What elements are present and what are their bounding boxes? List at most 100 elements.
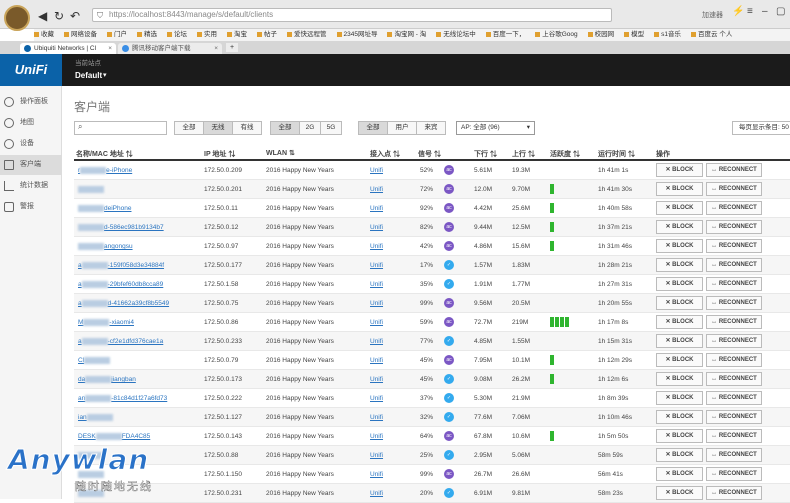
bookmark-item[interactable]: s1音乐	[654, 29, 681, 41]
client-name-link[interactable]: M -xiaomi4	[78, 319, 134, 326]
client-name-link[interactable]: a -cf2e1dfd376cae1a	[78, 338, 163, 345]
access-point-link[interactable]: Unifi	[370, 300, 383, 307]
reconnect-button[interactable]: ↔ RECONNECT	[706, 410, 762, 424]
close-icon[interactable]: ×	[108, 43, 112, 54]
sidebar-item-devices[interactable]: 设备	[0, 134, 62, 154]
reconnect-button[interactable]: ↔ RECONNECT	[706, 163, 762, 177]
reconnect-button[interactable]: ↔ RECONNECT	[706, 448, 762, 462]
block-button[interactable]: ✕ BLOCK	[656, 163, 703, 177]
block-button[interactable]: ✕ BLOCK	[656, 334, 703, 348]
access-point-link[interactable]: Unifi	[370, 281, 383, 288]
client-name-link[interactable]: a -159f058d3e34884f	[78, 262, 164, 269]
block-button[interactable]: ✕ BLOCK	[656, 201, 703, 215]
filter-wireless[interactable]: 无线	[203, 121, 233, 135]
bookmark-item[interactable]: 无线论坛中	[436, 29, 476, 41]
reconnect-button[interactable]: ↔ RECONNECT	[706, 239, 762, 253]
filter-all[interactable]: 全部	[174, 121, 204, 135]
bookmark-item[interactable]: 淘宝	[227, 29, 247, 41]
bookmark-item[interactable]: 精选	[137, 29, 157, 41]
reconnect-button[interactable]: ↔ RECONNECT	[706, 182, 762, 196]
accelerator-label[interactable]: 加速器	[702, 10, 723, 20]
refresh-icon[interactable]: ↻	[54, 9, 64, 23]
sidebar-item-stats[interactable]: 统计数据	[0, 176, 62, 196]
bookmark-item[interactable]: 收藏	[34, 29, 54, 41]
reconnect-button[interactable]: ↔ RECONNECT	[706, 353, 762, 367]
reconnect-button[interactable]: ↔ RECONNECT	[706, 296, 762, 310]
bookmark-item[interactable]: 爱快远程管	[287, 29, 327, 41]
block-button[interactable]: ✕ BLOCK	[656, 182, 703, 196]
col-ap[interactable]: 接入点 ⇅	[370, 149, 400, 159]
block-button[interactable]: ✕ BLOCK	[656, 448, 703, 462]
client-name-link[interactable]: an -81c84d1f27a6fd73	[78, 395, 167, 402]
access-point-link[interactable]: Unifi	[370, 376, 383, 383]
block-button[interactable]: ✕ BLOCK	[656, 277, 703, 291]
client-name-link[interactable]: Cl	[78, 357, 111, 364]
reconnect-button[interactable]: ↔ RECONNECT	[706, 220, 762, 234]
user-avatar[interactable]	[4, 5, 30, 31]
ap-select[interactable]: AP: 全部 (96) ▾	[456, 121, 535, 135]
tab-unifi[interactable]: Ubiquiti Networks | Cl ×	[20, 43, 116, 54]
bookmark-item[interactable]: 2345网址导	[337, 29, 378, 41]
block-button[interactable]: ✕ BLOCK	[656, 372, 703, 386]
access-point-link[interactable]: Unifi	[370, 490, 383, 497]
access-point-link[interactable]: Unifi	[370, 167, 383, 174]
reconnect-button[interactable]: ↔ RECONNECT	[706, 201, 762, 215]
reconnect-button[interactable]: ↔ RECONNECT	[706, 391, 762, 405]
block-button[interactable]: ✕ BLOCK	[656, 391, 703, 405]
filter-wired[interactable]: 有线	[232, 121, 262, 135]
tab-download[interactable]: 腾讯移动客户端下载 ×	[118, 43, 222, 54]
access-point-link[interactable]: Unifi	[370, 357, 383, 364]
access-point-link[interactable]: Unifi	[370, 186, 383, 193]
search-input[interactable]: ⌕	[74, 121, 167, 135]
back-icon[interactable]: ◀	[38, 9, 47, 23]
access-point-link[interactable]: Unifi	[370, 338, 383, 345]
client-name-link[interactable]: a -29bfef60db8cca89	[78, 281, 163, 288]
lightning-icon[interactable]: ⚡	[732, 6, 744, 17]
bookmark-item[interactable]: 校园网	[588, 29, 615, 41]
bookmark-item[interactable]: 门户	[107, 29, 127, 41]
reconnect-button[interactable]: ↔ RECONNECT	[706, 372, 762, 386]
sidebar-item-clients[interactable]: 客户端	[0, 155, 62, 175]
filter-band-all[interactable]: 全部	[270, 121, 300, 135]
filter-type-all[interactable]: 全部	[358, 121, 388, 135]
block-button[interactable]: ✕ BLOCK	[656, 296, 703, 310]
access-point-link[interactable]: Unifi	[370, 452, 383, 459]
per-page-select[interactable]: 每页显示条目: 50	[732, 121, 790, 135]
col-name[interactable]: 名称/MAC 地址 ⇅	[76, 149, 133, 159]
block-button[interactable]: ✕ BLOCK	[656, 353, 703, 367]
filter-guests[interactable]: 来宾	[416, 121, 446, 135]
block-button[interactable]: ✕ BLOCK	[656, 429, 703, 443]
access-point-link[interactable]: Unifi	[370, 224, 383, 231]
sidebar-item-alerts[interactable]: 警报	[0, 197, 62, 217]
undo-icon[interactable]: ↶	[70, 9, 80, 23]
block-button[interactable]: ✕ BLOCK	[656, 258, 703, 272]
access-point-link[interactable]: Unifi	[370, 262, 383, 269]
access-point-link[interactable]: Unifi	[370, 205, 383, 212]
col-activity[interactable]: 活跃度 ⇅	[550, 149, 580, 159]
reconnect-button[interactable]: ↔ RECONNECT	[706, 277, 762, 291]
col-signal[interactable]: 信号 ⇅	[418, 149, 441, 159]
client-name-link[interactable]: a d-41662a39cf8b5549	[78, 300, 169, 307]
access-point-link[interactable]: Unifi	[370, 414, 383, 421]
restore-icon[interactable]: ▢	[776, 6, 785, 17]
access-point-link[interactable]: Unifi	[370, 433, 383, 440]
bookmark-item[interactable]: 网络设备	[64, 29, 97, 41]
bookmark-item[interactable]: 模型	[624, 29, 644, 41]
filter-users[interactable]: 用户	[387, 121, 417, 135]
close-icon[interactable]: ×	[214, 43, 218, 54]
client-name-link[interactable]: ian	[78, 414, 113, 421]
settings-icon[interactable]: ≡	[747, 6, 753, 17]
client-name-link[interactable]: d-586ec981b9134b7	[78, 224, 164, 231]
bookmark-item[interactable]: 实用	[197, 29, 217, 41]
col-wlan[interactable]: WLAN ⇅	[266, 149, 295, 157]
col-ip[interactable]: IP 地址 ⇅	[204, 149, 235, 159]
bookmark-item[interactable]: 百度一下，	[486, 29, 526, 41]
sidebar-item-dashboard[interactable]: 操作面板	[0, 92, 62, 112]
reconnect-button[interactable]: ↔ RECONNECT	[706, 486, 762, 500]
reconnect-button[interactable]: ↔ RECONNECT	[706, 258, 762, 272]
client-name-link[interactable]: DESK FDA4C85	[78, 433, 150, 440]
new-tab-button[interactable]: +	[226, 43, 238, 52]
minimize-icon[interactable]: –	[762, 6, 768, 17]
address-bar[interactable]: ⛉ https://localhost:8443/manage/s/defaul…	[92, 8, 612, 22]
filter-5g[interactable]: 5G	[320, 121, 342, 135]
